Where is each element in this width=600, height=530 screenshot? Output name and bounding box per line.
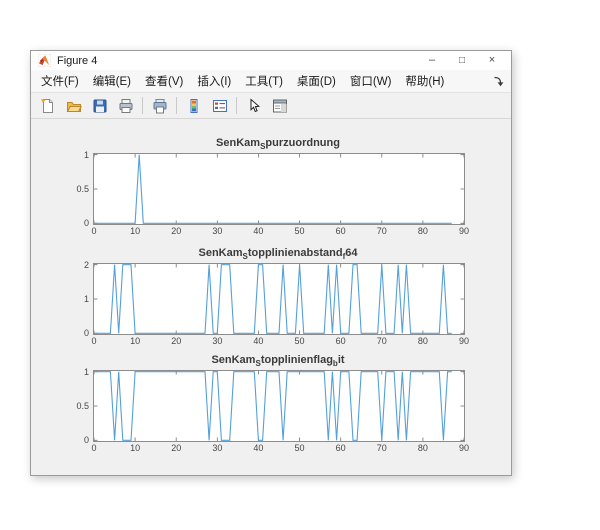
print-preview-icon: [152, 98, 168, 114]
insert-colorbar-icon: [186, 98, 202, 114]
x-tick-label: 50: [295, 443, 305, 453]
data-line: [94, 155, 452, 224]
y-tick-label: 0.5: [43, 401, 89, 411]
x-tick-label: 20: [171, 443, 181, 453]
menu-item-help[interactable]: 帮助(H): [398, 71, 451, 91]
dock-figure-icon[interactable]: [491, 74, 505, 88]
y-tick-label: 1: [43, 150, 89, 160]
menu-item-file[interactable]: 文件(F): [34, 71, 86, 91]
x-tick-label: 80: [418, 443, 428, 453]
close-button[interactable]: ×: [477, 51, 507, 70]
x-tick-label: 0: [91, 336, 96, 346]
subplot-spurzuordnung: SenKamSpurzuordnung 01020304050607080900…: [31, 137, 511, 243]
x-tick-label: 90: [459, 443, 469, 453]
chart-title: SenKamStopplinienabstandf64: [93, 247, 463, 261]
data-line: [94, 372, 452, 441]
axis-ticks: [94, 154, 464, 224]
y-tick-label: 2: [43, 260, 89, 270]
x-tick-label: 30: [212, 226, 222, 236]
plot-area[interactable]: [93, 153, 465, 225]
y-tick-label: 0: [43, 218, 89, 228]
x-tick-label: 30: [212, 443, 222, 453]
menu-item-tools[interactable]: 工具(T): [238, 71, 290, 91]
x-tick-label: 10: [130, 226, 140, 236]
edit-plot-icon: [246, 98, 262, 114]
print-figure-icon: [118, 98, 134, 114]
chart-title: SenKamSpurzuordnung: [93, 137, 463, 151]
figure-window: Figure 4 – □ × 文件(F)编辑(E)查看(V)插入(I)工具(T)…: [30, 50, 512, 476]
insert-legend-button[interactable]: [207, 94, 232, 117]
x-tick-label: 40: [253, 336, 263, 346]
subplot-stopplinienflag: SenKamStopplinienflagbit 010203040506070…: [31, 354, 511, 460]
property-inspector-icon: [272, 98, 288, 114]
edit-plot-button[interactable]: [241, 94, 266, 117]
x-tick-label: 20: [171, 226, 181, 236]
x-tick-label: 50: [295, 226, 305, 236]
open-file-icon: [66, 98, 82, 114]
subplot-stopplinienabstand: SenKamStopplinienabstandf64 010203040506…: [31, 247, 511, 353]
menu-item-view[interactable]: 查看(V): [138, 71, 190, 91]
toolbar: [31, 93, 511, 119]
x-tick-label: 70: [377, 443, 387, 453]
data-line: [94, 265, 452, 334]
print-figure-button[interactable]: [113, 94, 138, 117]
y-tick-label: 0.5: [43, 184, 89, 194]
y-tick-label: 0: [43, 328, 89, 338]
menu-item-edit[interactable]: 编辑(E): [86, 71, 138, 91]
new-figure-button[interactable]: [35, 94, 60, 117]
x-tick-label: 50: [295, 336, 305, 346]
minimize-button[interactable]: –: [417, 51, 447, 70]
chart-title: SenKamStopplinienflagbit: [93, 354, 463, 368]
x-tick-label: 60: [336, 443, 346, 453]
x-tick-label: 10: [130, 336, 140, 346]
y-tick-label: 1: [43, 367, 89, 377]
desktop-background: Figure 4 – □ × 文件(F)编辑(E)查看(V)插入(I)工具(T)…: [0, 0, 600, 530]
x-tick-label: 60: [336, 226, 346, 236]
y-tick-label: 1: [43, 294, 89, 304]
x-tick-label: 80: [418, 336, 428, 346]
plot-area[interactable]: [93, 370, 465, 442]
toolbar-separator: [176, 97, 177, 114]
y-tick-label: 0: [43, 435, 89, 445]
toolbar-separator: [236, 97, 237, 114]
insert-legend-icon: [212, 98, 228, 114]
x-tick-label: 0: [91, 226, 96, 236]
x-tick-label: 70: [377, 226, 387, 236]
plot-area[interactable]: [93, 263, 465, 335]
toolbar-separator: [142, 97, 143, 114]
maximize-button[interactable]: □: [447, 51, 477, 70]
x-tick-label: 90: [459, 226, 469, 236]
window-controls: – □ ×: [417, 51, 507, 70]
figure-canvas: SenKamSpurzuordnung 01020304050607080900…: [31, 119, 511, 475]
matlab-logo-icon: [38, 54, 51, 67]
menu-item-window[interactable]: 窗口(W): [343, 71, 399, 91]
x-tick-label: 10: [130, 443, 140, 453]
window-title: Figure 4: [57, 55, 417, 67]
x-tick-label: 40: [253, 226, 263, 236]
open-file-button[interactable]: [61, 94, 86, 117]
save-figure-button[interactable]: [87, 94, 112, 117]
x-tick-label: 80: [418, 226, 428, 236]
insert-colorbar-button[interactable]: [181, 94, 206, 117]
menu-bar: 文件(F)编辑(E)查看(V)插入(I)工具(T)桌面(D)窗口(W)帮助(H): [31, 70, 511, 93]
x-tick-label: 70: [377, 336, 387, 346]
title-bar[interactable]: Figure 4 – □ ×: [31, 51, 511, 70]
menu-item-desktop[interactable]: 桌面(D): [290, 71, 343, 91]
x-tick-label: 60: [336, 336, 346, 346]
property-inspector-button[interactable]: [267, 94, 292, 117]
x-tick-label: 40: [253, 443, 263, 453]
x-tick-label: 20: [171, 336, 181, 346]
x-tick-label: 90: [459, 336, 469, 346]
save-figure-icon: [92, 98, 108, 114]
new-figure-icon: [40, 98, 56, 114]
print-preview-button[interactable]: [147, 94, 172, 117]
menu-item-insert[interactable]: 插入(I): [190, 71, 238, 91]
x-tick-label: 0: [91, 443, 96, 453]
x-tick-label: 30: [212, 336, 222, 346]
